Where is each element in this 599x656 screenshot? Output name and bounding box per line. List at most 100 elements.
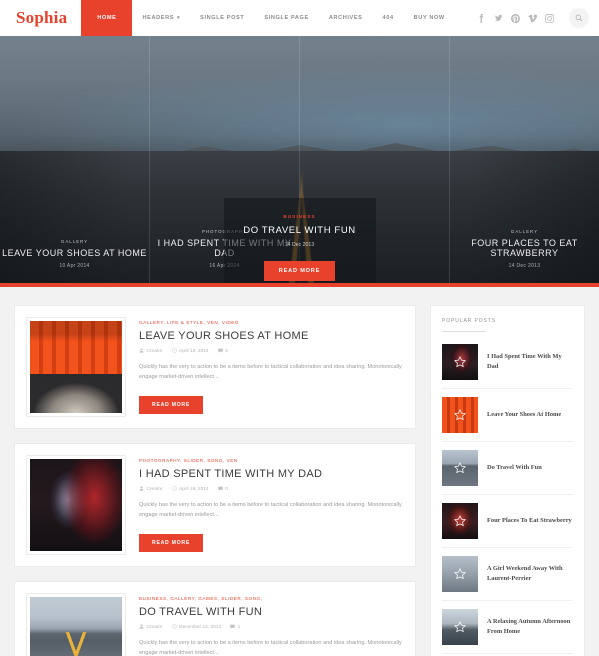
post-card[interactable]: BUSINESS, GALLERY, GAMES, SLIDER, SONG, D…: [14, 581, 416, 656]
nav-item-headers[interactable]: HEADERS ▾: [132, 0, 190, 36]
popular-post-item[interactable]: A Relaxing Autumn Afternoon From Home: [442, 601, 573, 654]
popular-post-title[interactable]: I Had Spent Time With My Dad: [487, 352, 573, 372]
post-comments[interactable]: 1: [230, 624, 240, 631]
search-icon: [575, 14, 583, 22]
post-excerpt: Quickly has the very to action to be a i…: [139, 364, 402, 380]
post-author[interactable]: Creator: [139, 348, 163, 355]
nav-item-404[interactable]: 404: [373, 0, 404, 36]
post-date-label: April 16, 2014: [179, 487, 209, 492]
nav-item-archives[interactable]: ARCHIVES: [319, 0, 373, 36]
post-categories[interactable]: BUSINESS, GALLERY, GAMES, SLIDER, SONG,: [139, 596, 403, 601]
star-icon: [454, 461, 467, 475]
slider-pane-category[interactable]: GALLERY: [450, 229, 599, 234]
post-title[interactable]: I HAD SPENT TIME WITH MY DAD: [139, 468, 403, 480]
post-meta: Creator December 14, 2013 1: [139, 624, 403, 631]
popular-posts-list: I Had Spent Time With My Dad Leave Your S…: [442, 336, 573, 656]
popular-post-thumbnail[interactable]: [442, 503, 478, 539]
post-read-more-button[interactable]: READ MORE: [139, 395, 204, 414]
post-title[interactable]: LEAVE YOUR SHOES AT HOME: [139, 330, 403, 342]
post-thumbnail[interactable]: [26, 455, 126, 555]
popular-post-title[interactable]: Four Places To Eat Strawberry: [487, 516, 572, 526]
popular-post-thumbnail[interactable]: [442, 609, 478, 645]
slider-pane-1[interactable]: GALLERY LEAVE YOUR SHOES AT HOME 10 Apr 20…: [0, 36, 150, 283]
site-header: Sophia HOME HEADERS ▾ SINGLE POST SINGLE PAG…: [0, 0, 599, 36]
popular-post-item[interactable]: Four Places To Eat Strawberry: [442, 495, 573, 548]
widget-title: POPULAR POSTS: [442, 318, 496, 324]
slider-pane-title[interactable]: LEAVE YOUR SHOES AT HOME: [0, 248, 149, 258]
post-author-label: Creator: [146, 625, 163, 630]
slider-pane-category[interactable]: GALLERY: [0, 239, 149, 244]
nav-item-buy-now[interactable]: BUY NOW: [404, 0, 455, 36]
feature-read-more-button[interactable]: READ MORE: [263, 261, 336, 281]
nav-item-single-post[interactable]: SINGLE POST: [190, 0, 254, 36]
instagram-icon[interactable]: [545, 13, 554, 23]
pinterest-icon[interactable]: [511, 13, 520, 23]
nav-item-single-page[interactable]: SINGLE PAGE: [254, 0, 318, 36]
slider-pane-title[interactable]: FOUR PLACES TO EAT STRAWBERRY: [450, 238, 599, 258]
popular-post-thumbnail[interactable]: [442, 450, 478, 486]
star-icon: [454, 355, 467, 369]
popular-post-thumbnail[interactable]: [442, 397, 478, 433]
post-date: April 19, 2014: [171, 348, 209, 355]
social-links: [477, 13, 554, 23]
slider-pane-4[interactable]: GALLERY FOUR PLACES TO EAT STRAWBERRY 14 D…: [450, 36, 599, 283]
post-comments-count: 1: [237, 625, 241, 630]
post-comments-count: 4: [225, 349, 228, 354]
header-right-tools: [477, 0, 599, 36]
post-date: April 16, 2014: [171, 486, 209, 493]
clock-icon: [171, 624, 177, 631]
post-date-label: December 14, 2013: [179, 625, 222, 630]
popular-post-title[interactable]: Do Travel With Fun: [487, 463, 542, 473]
popular-post-item[interactable]: A Girl Weekend Away With Laurent-Perrier: [442, 548, 573, 601]
popular-post-item[interactable]: Do Travel With Fun: [442, 442, 573, 495]
vimeo-icon[interactable]: [528, 14, 537, 23]
nav-item-label: HEADERS: [142, 15, 175, 21]
star-icon: [454, 620, 467, 634]
post-categories[interactable]: GALLERY, LIFE & STYLE, VEN, VIDEO: [139, 320, 403, 325]
slider-feature-card[interactable]: BUSINESS DO TRAVEL WITH FUN 14 Dec 2013 …: [223, 198, 376, 283]
post-author[interactable]: Creator: [139, 486, 163, 493]
popular-post-thumbnail[interactable]: [442, 556, 478, 592]
popular-post-title[interactable]: Leave Your Shoes At Home: [487, 410, 561, 420]
post-title[interactable]: DO TRAVEL WITH FUN: [139, 606, 403, 618]
feature-title[interactable]: DO TRAVEL WITH FUN: [224, 225, 376, 236]
post-read-more-button[interactable]: READ MORE: [139, 533, 204, 552]
widget-title-rule: [442, 331, 486, 332]
post-card[interactable]: PHOTOGRAPHY, SLIDER, SONG, VEN I HAD SPEN…: [14, 443, 416, 567]
hero-slider[interactable]: GALLERY LEAVE YOUR SHOES AT HOME 10 Apr 20…: [0, 36, 599, 283]
post-comments[interactable]: 0: [217, 486, 228, 493]
twitter-icon[interactable]: [494, 14, 503, 23]
star-icon: [454, 514, 467, 528]
popular-post-thumbnail[interactable]: [442, 344, 478, 380]
facebook-icon[interactable]: [477, 13, 486, 23]
main-area: GALLERY, LIFE & STYLE, VEN, VIDEO LEAVE Y…: [0, 287, 599, 656]
popular-post-title[interactable]: A Relaxing Autumn Afternoon From Home: [487, 617, 573, 637]
post-card[interactable]: GALLERY, LIFE & STYLE, VEN, VIDEO LEAVE Y…: [14, 305, 416, 429]
feature-category[interactable]: BUSINESS: [224, 214, 376, 219]
post-author-label: Creator: [146, 487, 163, 492]
post-body: GALLERY, LIFE & STYLE, VEN, VIDEO LEAVE Y…: [139, 318, 403, 416]
post-body: PHOTOGRAPHY, SLIDER, SONG, VEN I HAD SPEN…: [139, 456, 403, 554]
nav-item-label: SINGLE PAGE: [264, 15, 309, 21]
user-icon: [139, 624, 144, 631]
star-icon: [454, 567, 467, 581]
post-categories[interactable]: PHOTOGRAPHY, SLIDER, SONG, VEN: [139, 458, 403, 463]
nav-item-label: BUY NOW: [413, 15, 445, 21]
post-thumbnail[interactable]: [26, 317, 126, 417]
post-thumbnail[interactable]: [26, 593, 126, 656]
sidebar-popular-posts-widget: POPULAR POSTS I Had Spent Time With My D…: [430, 305, 585, 656]
star-icon: [454, 408, 467, 422]
popular-post-item[interactable]: Leave Your Shoes At Home: [442, 389, 573, 442]
post-list: GALLERY, LIFE & STYLE, VEN, VIDEO LEAVE Y…: [14, 305, 416, 656]
post-comments[interactable]: 4: [217, 348, 228, 355]
main-navigation: HOME HEADERS ▾ SINGLE POST SINGLE PAGE ARCHIV…: [81, 0, 455, 36]
popular-post-title[interactable]: A Girl Weekend Away With Laurent-Perrier: [487, 564, 573, 584]
post-meta: Creator April 19, 2014 4: [139, 348, 403, 355]
popular-post-item[interactable]: I Had Spent Time With My Dad: [442, 336, 573, 389]
post-author[interactable]: Creator: [139, 624, 163, 631]
post-meta: Creator April 16, 2014 0: [139, 486, 403, 493]
site-logo[interactable]: Sophia: [0, 0, 81, 36]
search-button[interactable]: [569, 8, 589, 28]
nav-item-home[interactable]: HOME: [81, 0, 133, 36]
clock-icon: [171, 348, 177, 355]
